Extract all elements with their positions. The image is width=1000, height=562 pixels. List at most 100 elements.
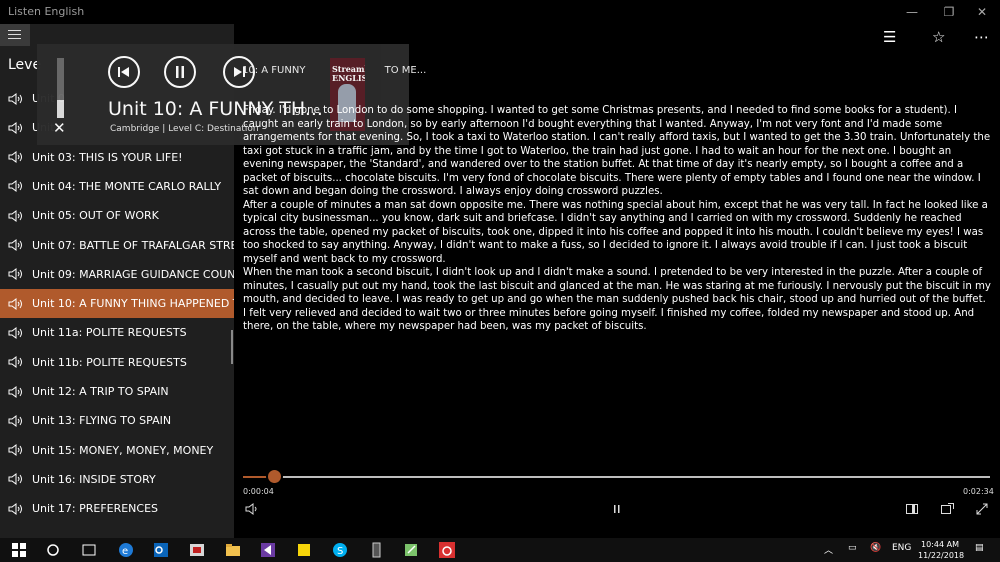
volume-slider[interactable] — [57, 58, 64, 118]
unit-list-item[interactable]: Unit 10: A FUNNY THING HAPPENED TO ME — [0, 289, 234, 319]
speaker-icon — [8, 356, 22, 369]
paragraph: Friday. I'd gone to London to do some sh… — [243, 105, 991, 197]
speaker-icon — [8, 326, 22, 339]
outlook-icon[interactable] — [152, 541, 170, 559]
unit-label: Unit 04: THE MONTE CARLO RALLY — [32, 179, 222, 193]
progress-track[interactable] — [243, 468, 990, 485]
hamburger-menu-button[interactable] — [0, 24, 30, 46]
speaker-icon — [8, 239, 22, 251]
cast-button[interactable] — [941, 503, 954, 517]
lesson-heading: 10: A FUNNY TO ME... — [242, 65, 426, 76]
unit-list-item[interactable]: Unit 05: OUT OF WORK — [0, 201, 234, 230]
unit-list-item[interactable]: Unit 09: MARRIAGE GUIDANCE COUNCIL — [0, 260, 234, 289]
speaker-icon — [8, 297, 22, 310]
unit-label: Unit 10: A FUNNY THING HAPPENED TO ME — [32, 297, 234, 311]
speaker-icon — [8, 151, 22, 164]
elapsed-time: 0:00:04 — [243, 487, 274, 496]
unit-label: Unit 11a: POLITE REQUESTS — [32, 326, 187, 340]
notepad-icon[interactable] — [402, 541, 420, 559]
skype-icon[interactable]: S — [331, 541, 349, 559]
pause-icon — [614, 505, 620, 513]
unit-list-item[interactable]: Unit 15: MONEY, MONEY, MONEY — [0, 436, 234, 465]
mini-view-button[interactable] — [906, 503, 918, 517]
mini-view-icon — [906, 504, 918, 514]
unit-list-item[interactable]: Unit 13: FLYING TO SPAIN — [0, 406, 234, 435]
list-icon[interactable]: ☰ — [883, 28, 896, 46]
expand-icon — [976, 503, 988, 515]
previous-button[interactable] — [108, 56, 140, 88]
paragraph: After a couple of minutes a man sat down… — [243, 199, 988, 265]
app-title: Listen English — [8, 5, 85, 18]
speaker-icon — [8, 385, 22, 398]
clock[interactable]: 10:44 AM 11/22/2018 — [918, 539, 965, 561]
volume-mute-icon[interactable]: 🔇 — [870, 543, 881, 553]
speaker-icon — [8, 444, 22, 457]
unit-list-item[interactable]: Unit 11b: POLITE REQUESTS — [0, 348, 234, 377]
unit-list-item[interactable]: Unit 16: INSIDE STORY — [0, 465, 234, 494]
unit-label: Unit 16: INSIDE STORY — [32, 472, 156, 486]
pause-icon — [176, 66, 184, 78]
svg-text:S: S — [337, 546, 343, 557]
app-icon[interactable] — [188, 541, 206, 559]
unit-list-item[interactable]: Unit 17: PREFERENCES — [0, 494, 234, 523]
clock-time: 10:44 AM — [921, 540, 959, 549]
hamburger-line — [8, 38, 21, 39]
lesson-heading-end: TO ME... — [384, 65, 427, 76]
task-view-icon[interactable] — [80, 541, 98, 559]
sidebar-scrollbar[interactable] — [231, 330, 233, 364]
unit-list-item[interactable]: Unit 12: A TRIP TO SPAIN — [0, 377, 234, 406]
unit-label: Unit 09: MARRIAGE GUIDANCE COUNCIL — [32, 267, 234, 281]
unit-list-item[interactable]: Unit 04: THE MONTE CARLO RALLY — [0, 172, 234, 201]
hamburger-line — [8, 34, 21, 35]
unit-label: Unit 05: OUT OF WORK — [32, 209, 159, 223]
sticky-notes-icon[interactable] — [295, 541, 313, 559]
unit-list-item[interactable]: Unit 07: BATTLE OF TRAFALGAR STREET — [0, 231, 234, 260]
unit-list-item[interactable]: Unit 03: THIS IS YOUR LIFE! — [0, 143, 234, 172]
tray-chevron-icon[interactable]: ︿ — [824, 543, 833, 556]
lesson-text: Friday. I'd gone to London to do some sh… — [243, 104, 991, 334]
star-icon[interactable]: ☆ — [932, 28, 945, 46]
visual-studio-icon[interactable] — [259, 541, 277, 559]
volume-button[interactable] — [245, 503, 259, 518]
close-button[interactable]: ✕ — [962, 0, 1000, 24]
speaker-icon — [8, 180, 22, 193]
unit-label: Unit 03: THIS IS YOUR LIFE! — [32, 150, 183, 164]
unit-list-item[interactable]: Unit 11a: POLITE REQUESTS — [0, 318, 234, 347]
paragraph: When the man took a second biscuit, I di… — [243, 267, 991, 332]
edge-icon[interactable]: e — [117, 541, 135, 559]
speaker-icon — [8, 414, 22, 427]
skip-previous-icon — [118, 67, 129, 77]
mini-player-subtitle: Cambridge | Level C: Destination — [110, 124, 259, 134]
more-options-icon[interactable]: ⋯ — [974, 28, 989, 46]
speaker-icon — [8, 502, 22, 515]
phone-icon[interactable] — [367, 541, 385, 559]
listen-english-app-icon[interactable] — [438, 541, 456, 559]
speaker-icon — [245, 503, 257, 515]
speaker-icon — [8, 92, 22, 105]
file-explorer-icon[interactable] — [224, 541, 242, 559]
unit-label: Unit 15: MONEY, MONEY, MONEY — [32, 443, 214, 457]
unit-label: Unit 12: A TRIP TO SPAIN — [32, 385, 169, 398]
minimize-button[interactable]: — — [892, 0, 932, 24]
unit-label: Unit 13: FLYING TO SPAIN — [32, 414, 172, 428]
speaker-icon — [8, 268, 22, 281]
windows-start-icon[interactable] — [10, 541, 28, 559]
pause-small-button[interactable] — [612, 503, 622, 518]
unit-label: Unit 07: BATTLE OF TRAFALGAR STREET — [32, 238, 234, 252]
cortana-icon[interactable] — [44, 541, 62, 559]
speaker-icon — [8, 209, 22, 222]
fullscreen-button[interactable] — [976, 503, 988, 518]
lesson-heading-start: 10: A FUNNY — [242, 65, 306, 76]
unit-label: Unit 11b: POLITE REQUESTS — [32, 355, 187, 369]
battery-icon[interactable]: ▭ — [848, 543, 857, 553]
taskbar: e S ︿ ▭ 🔇 ENG 10:44 AM 11/22/2018 ▤ — [0, 538, 1000, 562]
clock-date: 11/22/2018 — [918, 551, 965, 560]
unit-label: Unit 17: PREFERENCES — [32, 502, 159, 516]
language-indicator[interactable]: ENG — [892, 543, 911, 553]
speaker-icon — [8, 121, 22, 134]
notifications-icon[interactable]: ▤ — [975, 543, 984, 553]
mini-player-close-button[interactable]: ✕ — [53, 119, 66, 137]
progress-thumb[interactable] — [266, 468, 283, 485]
volume-fill — [57, 100, 64, 118]
pause-button[interactable] — [164, 56, 196, 88]
